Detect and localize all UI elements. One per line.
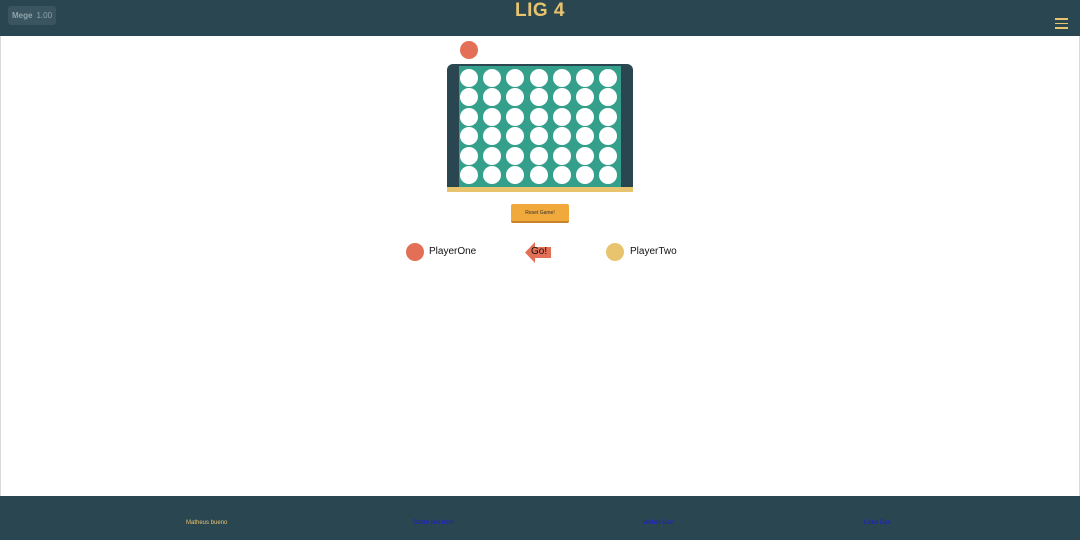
player-one-disc: [406, 243, 424, 261]
board-cell[interactable]: [506, 127, 525, 146]
page-footer: Matheus bueno Sobre dev bom Weber Dev Li…: [0, 496, 1080, 540]
board-cell[interactable]: [529, 107, 548, 126]
board-cell[interactable]: [576, 146, 594, 165]
board-cell[interactable]: [483, 88, 502, 107]
board-cell[interactable]: [483, 69, 502, 87]
hover-drop-disc: [460, 41, 478, 59]
board-cell[interactable]: [506, 88, 525, 107]
board-cell[interactable]: [506, 146, 525, 165]
player-two-disc: [606, 243, 624, 261]
board-cell[interactable]: [599, 107, 618, 126]
board-cell[interactable]: [599, 146, 618, 165]
board-cell[interactable]: [576, 107, 594, 126]
board-cell[interactable]: [576, 127, 594, 146]
board-cell[interactable]: [552, 88, 571, 107]
player-two-name: PlayerTwo: [630, 246, 677, 257]
game-title: LIG 4: [514, 0, 565, 21]
board-cell[interactable]: [529, 88, 548, 107]
board-cell[interactable]: [506, 69, 525, 87]
hamburger-line: [1055, 22, 1068, 24]
board-cell[interactable]: [576, 166, 594, 184]
board-cell[interactable]: [599, 88, 618, 107]
board-cell[interactable]: [599, 166, 618, 184]
footer-link-linke[interactable]: Linke Dev: [864, 520, 891, 527]
board-cell[interactable]: [460, 69, 478, 87]
board-cell[interactable]: [529, 146, 548, 165]
board-cell[interactable]: [599, 127, 618, 146]
board-cell[interactable]: [552, 107, 571, 126]
footer-link-web[interactable]: Weber Dev: [643, 520, 673, 527]
board-cell[interactable]: [552, 69, 571, 87]
board-cell[interactable]: [552, 166, 571, 184]
board-cell[interactable]: [529, 127, 548, 146]
board-cell[interactable]: [552, 127, 571, 146]
top-navbar: Mege 1.00 LIG 4: [0, 0, 1080, 36]
board-cell[interactable]: [576, 69, 594, 87]
board-cell[interactable]: [506, 107, 525, 126]
player-one-name: PlayerOne: [429, 246, 477, 257]
board-cell[interactable]: [599, 69, 618, 87]
board-grid: [459, 66, 621, 189]
footer-link-about[interactable]: Sobre dev bom: [413, 520, 454, 527]
board-cell[interactable]: [483, 107, 502, 126]
board-cell[interactable]: [529, 166, 548, 184]
hamburger-line: [1055, 18, 1068, 20]
board-cell[interactable]: [483, 146, 502, 165]
board-cell[interactable]: [506, 166, 525, 184]
board-cell[interactable]: [552, 146, 571, 165]
board-cell[interactable]: [483, 166, 502, 184]
hamburger-menu-icon[interactable]: [1055, 18, 1068, 29]
board-cell[interactable]: [460, 166, 478, 184]
board-cell[interactable]: [460, 107, 478, 126]
reset-game-button[interactable]: Reset Game!: [511, 204, 569, 223]
footer-author: Matheus bueno: [186, 520, 228, 526]
board-cell[interactable]: [576, 88, 594, 107]
turn-indicator-label: Go!: [531, 246, 548, 257]
hamburger-line: [1055, 27, 1068, 29]
board-cell[interactable]: [529, 69, 548, 87]
board-cell[interactable]: [460, 88, 478, 107]
game-board: [447, 64, 633, 189]
board-cell[interactable]: [460, 146, 478, 165]
board-base: [447, 187, 633, 192]
board-cell[interactable]: [483, 127, 502, 146]
board-cell[interactable]: [460, 127, 478, 146]
